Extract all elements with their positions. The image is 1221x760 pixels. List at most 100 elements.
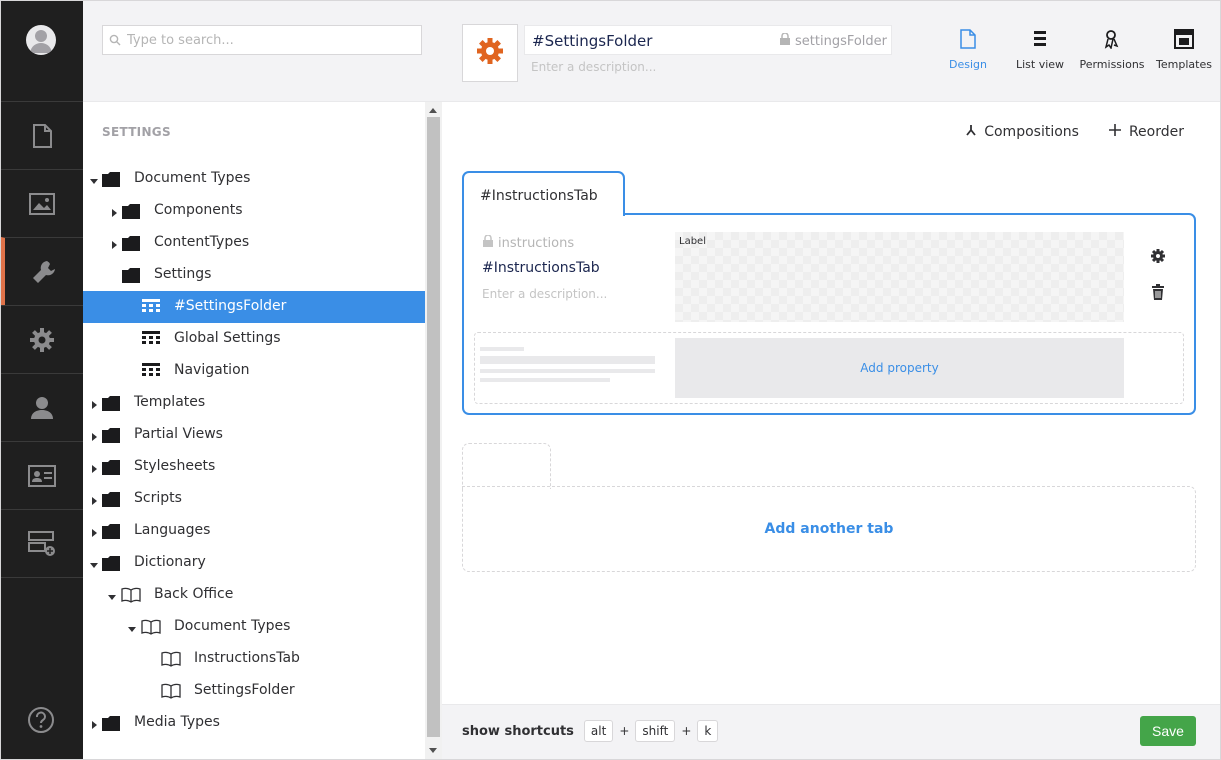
property-name[interactable]: #InstructionsTab xyxy=(482,260,600,276)
tree-node-languages[interactable]: Languages xyxy=(83,515,425,547)
tree-node-dictionary[interactable]: Dictionary xyxy=(83,547,425,579)
app-design[interactable]: Design xyxy=(932,29,1004,79)
add-property-button[interactable]: Add property xyxy=(675,338,1124,398)
tree-node-label: Media Types xyxy=(134,714,220,730)
book-icon xyxy=(121,587,141,603)
collapsed-caret-icon[interactable] xyxy=(89,526,99,537)
doctype-alias[interactable]: settingsFolder xyxy=(780,32,887,49)
tree-node-media-types[interactable]: Media Types xyxy=(83,707,425,739)
media-section-icon[interactable] xyxy=(1,169,83,237)
tree-node-stylesheets[interactable]: Stylesheets xyxy=(83,451,425,483)
search-input[interactable] xyxy=(127,32,407,48)
tree-node-label: Dictionary xyxy=(134,554,206,570)
property-alias[interactable]: instructions xyxy=(483,234,575,251)
reorder-button[interactable]: Reorder xyxy=(1108,124,1184,140)
tree-node-scripts[interactable]: Scripts xyxy=(83,483,425,515)
collapsed-caret-icon[interactable] xyxy=(89,494,99,505)
shortcuts-label[interactable]: show shortcuts xyxy=(462,724,574,739)
tree-node-instructionstab[interactable]: InstructionsTab xyxy=(83,643,425,675)
list-icon xyxy=(1033,29,1047,58)
expanded-caret-icon[interactable] xyxy=(89,174,99,184)
scroll-up-arrow-icon[interactable] xyxy=(429,108,437,113)
editor-footer: show shortcuts alt + shift + k Save xyxy=(442,704,1220,759)
property-description[interactable]: Enter a description... xyxy=(482,287,607,301)
tab-header[interactable]: #InstructionsTab xyxy=(462,171,625,216)
app-templates[interactable]: Templates xyxy=(1148,29,1220,79)
tree-node-settingsfolder-dict[interactable]: SettingsFolder xyxy=(83,675,425,707)
folder-icon xyxy=(102,715,120,731)
section-rail xyxy=(1,1,83,759)
user-avatar[interactable] xyxy=(26,25,56,55)
tree-node-navigation[interactable]: Navigation xyxy=(83,355,425,387)
scroll-down-arrow-icon[interactable] xyxy=(429,748,437,753)
settings-section-wrench-icon[interactable] xyxy=(1,237,83,305)
tree-node-contenttypes[interactable]: ContentTypes xyxy=(83,227,425,259)
folder-icon xyxy=(102,427,120,443)
collapsed-caret-icon[interactable] xyxy=(89,718,99,729)
tree-node-settings[interactable]: Settings xyxy=(83,259,425,291)
doctype-icon-picker[interactable] xyxy=(462,24,518,82)
shortcuts-hint[interactable]: show shortcuts alt + shift + k xyxy=(462,720,719,742)
grid-doctype-icon xyxy=(142,299,160,315)
expanded-caret-icon[interactable] xyxy=(89,558,99,568)
members-section-icon[interactable] xyxy=(1,441,83,509)
add-another-tab-button[interactable]: Add another tab xyxy=(462,486,1196,572)
search-bar xyxy=(83,1,442,102)
lock-icon[interactable] xyxy=(780,32,790,49)
search-box[interactable] xyxy=(102,25,422,55)
tree-node-back-office[interactable]: Back Office xyxy=(83,579,425,611)
folder-icon xyxy=(102,459,120,475)
tree-node-templates[interactable]: Templates xyxy=(83,387,425,419)
scrollbar-thumb[interactable] xyxy=(427,117,440,737)
app-label: Permissions xyxy=(1079,58,1145,71)
app-list-view[interactable]: List view xyxy=(1004,29,1076,79)
tree-node-components[interactable]: Components xyxy=(83,195,425,227)
tree-node-document-types[interactable]: Document Types xyxy=(83,163,425,195)
folder-icon xyxy=(102,523,120,539)
packages-gear-icon[interactable] xyxy=(1,305,83,373)
content-apps: Design List view Permissions Templates xyxy=(932,29,1220,79)
tree-node-partial-views[interactable]: Partial Views xyxy=(83,419,425,451)
app-window: SETTINGS Document Types Components Conte… xyxy=(0,0,1221,760)
tree-node-dictionary-document-types[interactable]: Document Types xyxy=(83,611,425,643)
collapsed-caret-icon[interactable] xyxy=(109,238,119,249)
tree-node-label: Global Settings xyxy=(174,330,281,346)
users-section-icon[interactable] xyxy=(1,373,83,441)
property-preview[interactable]: Label xyxy=(675,232,1124,322)
tree-node-label: Partial Views xyxy=(134,426,223,442)
lock-icon[interactable] xyxy=(483,234,493,251)
add-another-tab-label: Add another tab xyxy=(764,521,894,537)
expanded-caret-icon[interactable] xyxy=(107,590,117,600)
help-icon[interactable] xyxy=(27,706,55,734)
doctype-description-input[interactable]: Enter a description... xyxy=(531,60,656,74)
save-button[interactable]: Save xyxy=(1140,716,1196,746)
forms-section-icon[interactable] xyxy=(1,509,83,577)
property-settings-gear-icon[interactable] xyxy=(1150,248,1166,268)
tree-node-label: Languages xyxy=(134,522,211,538)
delete-trash-icon[interactable] xyxy=(1150,284,1166,304)
expanded-caret-icon[interactable] xyxy=(127,622,137,632)
property-alias-text: instructions xyxy=(498,235,575,251)
tree-node-label: Templates xyxy=(134,394,206,410)
rail-divider xyxy=(1,577,83,578)
tree-scrollbar[interactable] xyxy=(425,102,442,759)
doctype-editor: #SettingsFolder settingsFolder Enter a d… xyxy=(442,1,1220,759)
tree-node-settingsfolder-selected[interactable]: #SettingsFolder xyxy=(83,291,425,323)
property-preview-label: Label xyxy=(679,236,706,247)
collapsed-caret-icon[interactable] xyxy=(89,462,99,473)
grid-doctype-icon xyxy=(142,363,160,379)
search-icon xyxy=(109,31,121,50)
collapsed-caret-icon[interactable] xyxy=(89,430,99,441)
collapsed-caret-icon[interactable] xyxy=(89,398,99,409)
collapsed-caret-icon[interactable] xyxy=(109,206,119,217)
content-section-icon[interactable] xyxy=(1,101,83,169)
tab-name[interactable]: #InstructionsTab xyxy=(480,188,598,204)
compositions-button[interactable]: Compositions xyxy=(966,124,1079,140)
grid-doctype-icon xyxy=(142,331,160,347)
app-permissions[interactable]: Permissions xyxy=(1076,29,1148,79)
new-tab-placeholder[interactable] xyxy=(462,443,551,489)
tree-node-label: ContentTypes xyxy=(154,234,250,250)
tree-node-global-settings[interactable]: Global Settings xyxy=(83,323,425,355)
key-alt: alt xyxy=(583,720,614,742)
plus-sign: + xyxy=(619,724,630,738)
